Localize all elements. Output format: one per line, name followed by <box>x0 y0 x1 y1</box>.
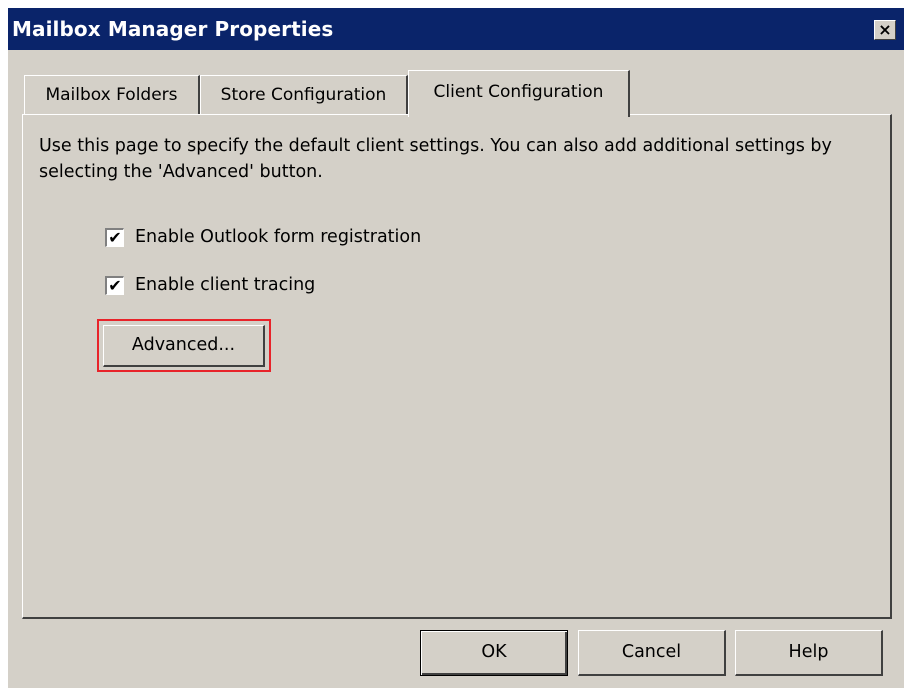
checkbox-label[interactable]: Enable Outlook form registration <box>135 227 421 247</box>
panel-description: Use this page to specify the default cli… <box>39 136 832 182</box>
outlook-form-registration-checkbox[interactable]: ✔ <box>105 228 124 247</box>
close-icon: × <box>878 20 892 39</box>
tab-label: Store Configuration <box>220 85 387 105</box>
tab-store-configuration[interactable]: Store Configuration <box>200 75 408 115</box>
cancel-button[interactable]: Cancel <box>578 630 726 676</box>
tab-label: Client Configuration <box>433 82 604 102</box>
client-tracing-checkbox[interactable]: ✔ <box>105 276 124 295</box>
properties-dialog: Mailbox Manager Properties × Mailbox Fol… <box>8 8 904 688</box>
close-button[interactable]: × <box>874 20 896 40</box>
ok-button[interactable]: OK <box>420 630 568 676</box>
checkbox-label[interactable]: Enable client tracing <box>135 275 315 295</box>
tab-label: Mailbox Folders <box>45 85 178 105</box>
help-button[interactable]: Help <box>735 630 883 676</box>
tab-mailbox-folders[interactable]: Mailbox Folders <box>24 75 200 115</box>
advanced-button[interactable]: Advanced... <box>103 325 265 367</box>
window-title: Mailbox Manager Properties <box>12 17 334 41</box>
client-configuration-panel: Use this page to specify the default cli… <box>22 114 892 619</box>
title-bar[interactable]: Mailbox Manager Properties × <box>8 8 904 50</box>
tab-client-configuration[interactable]: Client Configuration <box>408 70 630 117</box>
